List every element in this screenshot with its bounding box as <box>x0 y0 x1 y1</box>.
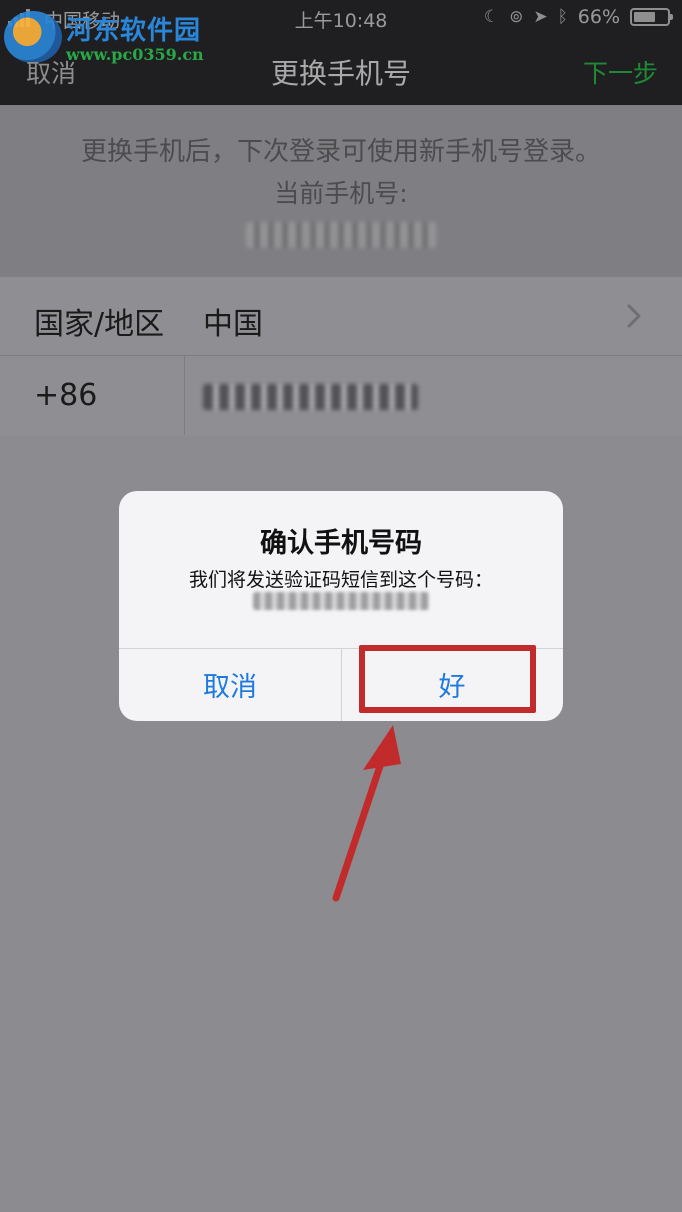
location-icon: ➤ <box>533 7 548 27</box>
battery-percent: 66% <box>577 6 620 28</box>
phone-form: 国家/地区 中国 +86 <box>0 277 682 436</box>
page-title: 更换手机号 <box>270 57 411 90</box>
info-text: 更换手机后，下次登录可使用新手机号登录。 <box>80 137 601 167</box>
phone-row-divider <box>184 356 185 435</box>
status-right: ☾ ⊚ ➤ ᛒ 66% <box>483 6 673 28</box>
info-section: 更换手机后，下次登录可使用新手机号登录。 当前手机号: <box>0 105 682 277</box>
watermark-title: 河东软件园 <box>66 16 202 46</box>
country-label: 国家/地区 <box>34 307 165 342</box>
dialog-message: 我们将发送验证码短信到这个号码： <box>188 569 493 591</box>
dialog-title: 确认手机号码 <box>260 528 422 559</box>
country-code: +86 <box>34 378 98 413</box>
phone-row: +86 <box>0 356 682 435</box>
annotation-highlight-box <box>359 645 536 713</box>
bluetooth-icon: ᛒ <box>557 7 568 27</box>
rotation-lock-icon: ⊚ <box>509 7 524 27</box>
current-phone-label: 当前手机号: <box>274 179 408 208</box>
country-value: 中国 <box>203 307 263 342</box>
new-phone-input-redacted[interactable] <box>203 384 418 410</box>
chevron-right-icon <box>627 304 641 328</box>
dialog-phone-redacted <box>253 592 429 610</box>
dialog-cancel-button[interactable]: 取消 <box>119 648 341 721</box>
moon-icon: ☾ <box>483 7 500 27</box>
battery-icon <box>630 8 673 26</box>
country-row[interactable]: 国家/地区 中国 <box>0 277 682 356</box>
current-phone-number-redacted <box>246 222 436 248</box>
top-bar: 中国移动 上午10:48 ☾ ⊚ ➤ ᛒ 66% 河东软件园 www.pc035… <box>0 0 682 105</box>
next-step-button[interactable]: 下一步 <box>583 54 658 90</box>
